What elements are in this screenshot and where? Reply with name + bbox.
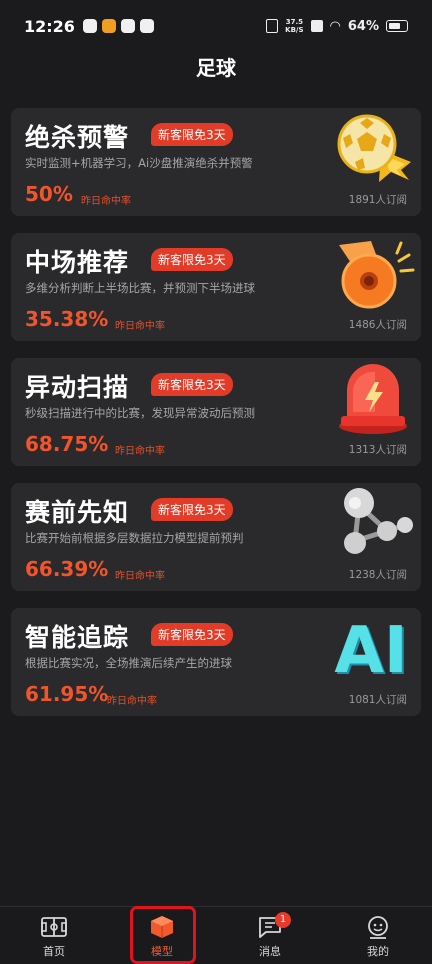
whistle-icon (339, 241, 415, 309)
nav-profile[interactable]: 我的 (324, 907, 432, 964)
alarm-light-icon (339, 364, 407, 434)
subscriber-count: 1891人订阅 (348, 194, 407, 206)
user-face-icon (368, 916, 388, 939)
card-title: 赛前先知 (25, 498, 130, 527)
card-title: 异动扫描 (25, 373, 130, 402)
message-count-badge: 1 (275, 912, 291, 928)
card-title: 中场推荐 (25, 248, 130, 277)
hit-rate-label: 昨日命中率 (81, 196, 131, 207)
model-card[interactable]: 绝杀预警 新客限免3天 实时监测+机器学习，Ai沙盘推演绝杀并预警 50% 昨日… (11, 108, 421, 216)
hit-rate: 50% (25, 182, 73, 206)
hit-rate: 61.95% (25, 682, 109, 706)
card-description: 多维分析判断上半场比赛，并预测下半场进球 (25, 281, 255, 295)
ai-text-label: AI (334, 614, 407, 686)
promo-badge: 新客限免3天 (151, 498, 233, 521)
nav-home[interactable]: 首页 (0, 907, 108, 964)
status-time: 12:26 (24, 16, 75, 36)
promo-badge: 新客限免3天 (151, 373, 233, 396)
bottom-navigation: 首页 模型 1 消息 我的 (0, 906, 432, 964)
model-card[interactable]: 智能追踪 新客限免3天 根据比赛实况，全场推演后续产生的进球 61.95% 昨日… (11, 608, 421, 716)
promo-badge: 新客限免3天 (151, 248, 233, 271)
app-notification-icon (82, 19, 97, 33)
x-icon (310, 20, 323, 32)
wifi-icon: ◠ (329, 18, 341, 34)
nav-profile-label: 我的 (367, 945, 389, 958)
subscriber-count: 1486人订阅 (348, 319, 407, 331)
hit-rate-label: 昨日命中率 (115, 321, 165, 332)
nav-messages-label: 消息 (259, 945, 281, 958)
promo-badge: 新客限免3天 (151, 123, 233, 146)
hit-rate-label: 昨日命中率 (115, 446, 165, 457)
status-bar: 12:26 37.5 KB/S ◠ 64% (0, 0, 432, 52)
subscriber-count: 1313人订阅 (348, 444, 407, 456)
hit-rate-label: 昨日命中率 (107, 696, 157, 707)
status-notification-icons (82, 19, 154, 33)
hit-rate: 35.38% (25, 307, 109, 331)
molecule-icon (344, 488, 413, 554)
card-description: 实时监测+机器学习，Ai沙盘推演绝杀并预警 (25, 156, 253, 170)
net-speed-value: 37.5 (285, 18, 303, 26)
model-card[interactable]: 赛前先知 新客限免3天 比赛开始前根据多层数据拉力模型提前预判 66.39% 昨… (11, 483, 421, 591)
tiktok-icon (120, 19, 135, 33)
net-speed-unit: KB/S (285, 26, 304, 34)
ai-text-icon: AI AI (334, 614, 409, 686)
card-title: 绝杀预警 (25, 123, 130, 152)
vibrate-icon (266, 19, 279, 33)
card-description: 秒级扫描进行中的比赛，发现异常波动后预测 (25, 406, 255, 420)
page-title: 足球 (196, 56, 236, 80)
promo-badge: 新客限免3天 (151, 623, 233, 646)
subscriber-count: 1238人订阅 (348, 569, 407, 581)
card-description: 比赛开始前根据多层数据拉力模型提前预判 (25, 531, 244, 545)
nav-messages[interactable]: 1 消息 (216, 907, 324, 964)
net-speed: 37.5 KB/S (285, 18, 303, 34)
subscriber-count: 1081人订阅 (348, 694, 407, 706)
hit-rate: 68.75% (25, 432, 109, 456)
battery-level: 64% (347, 18, 379, 34)
hit-rate-label: 昨日命中率 (115, 571, 165, 582)
hit-rate: 66.39% (25, 557, 109, 581)
soccer-ball-icon (337, 114, 411, 182)
model-card[interactable]: 中场推荐 新客限免3天 多维分析判断上半场比赛，并预测下半场进球 35.38% … (11, 233, 421, 341)
battery-icon (386, 20, 408, 32)
highlight-frame (130, 906, 196, 964)
status-right: 37.5 KB/S ◠ 64% (266, 18, 408, 34)
model-card-list: 绝杀预警 新客限免3天 实时监测+机器学习，Ai沙盘推演绝杀并预警 50% 昨日… (11, 108, 421, 733)
card-description: 根据比赛实况，全场推演后续产生的进球 (25, 656, 232, 670)
weibo-icon (101, 19, 116, 33)
soccer-field-icon (41, 917, 67, 937)
model-card[interactable]: 异动扫描 新客限免3天 秒级扫描进行中的比赛，发现异常波动后预测 68.75% … (11, 358, 421, 466)
fan-icon (139, 19, 154, 33)
nav-home-label: 首页 (43, 945, 65, 958)
card-title: 智能追踪 (25, 623, 130, 652)
